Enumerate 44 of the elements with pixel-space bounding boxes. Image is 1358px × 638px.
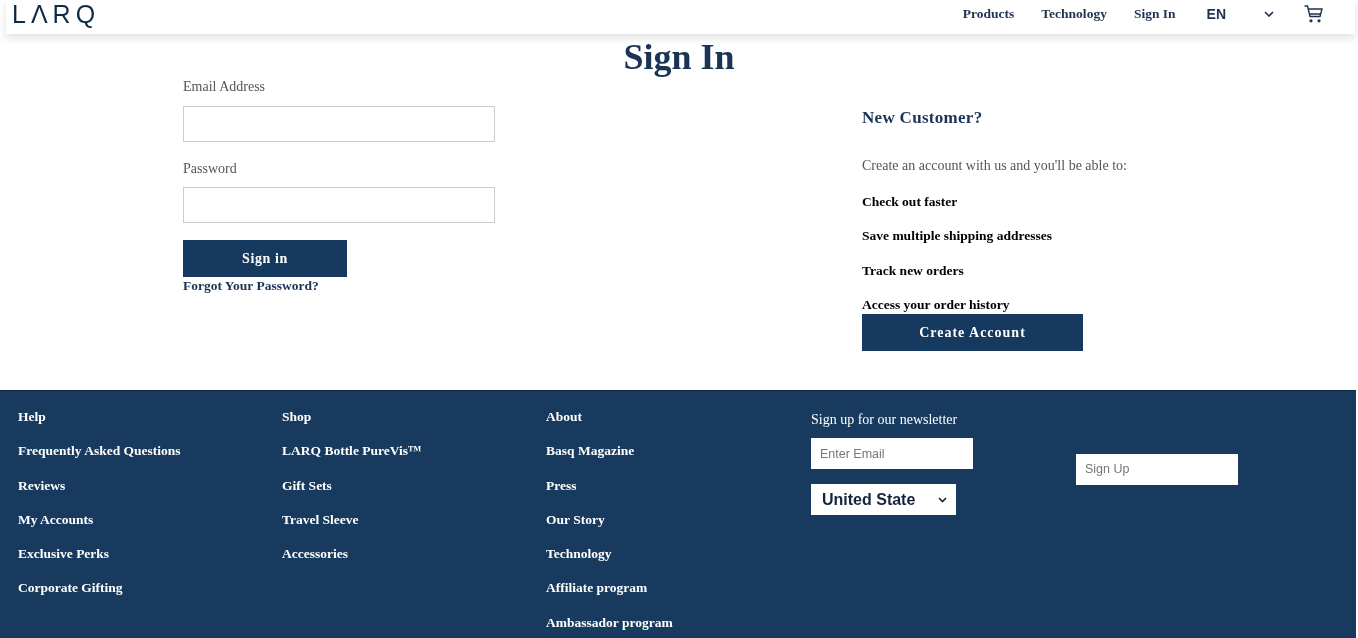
language-selector[interactable]: EN bbox=[1206, 5, 1274, 23]
footer-heading[interactable]: Shop bbox=[282, 407, 312, 427]
benefit-text: Check out faster bbox=[862, 193, 958, 211]
footer-link[interactable]: Reviews bbox=[18, 475, 66, 496]
field-label: Email Address bbox=[183, 78, 266, 96]
field-label: Password bbox=[183, 160, 237, 178]
footer-link[interactable]: Ambassador program bbox=[546, 612, 673, 633]
chevron-down-icon bbox=[1264, 11, 1274, 17]
sign-up-button[interactable]: Sign Up bbox=[1076, 454, 1238, 485]
input-field[interactable] bbox=[183, 106, 495, 142]
footer-link[interactable]: Travel Sleeve bbox=[282, 509, 359, 530]
nav-link[interactable]: Products bbox=[962, 5, 1015, 23]
newsletter-heading: Sign up for our newsletter bbox=[811, 411, 958, 429]
footer-link[interactable]: Accessories bbox=[282, 544, 348, 565]
intro-text: Create an account with us and you'll be able to: bbox=[862, 157, 1127, 175]
nav-link[interactable]: Technology bbox=[1041, 5, 1107, 23]
forgot-password-link[interactable]: Forgot Your Password? bbox=[183, 277, 319, 295]
footer-link[interactable]: Technology bbox=[546, 544, 612, 565]
sign-in-button[interactable]: Sign in bbox=[183, 240, 347, 277]
footer-link[interactable]: Basq Magazine bbox=[546, 441, 635, 462]
footer-link[interactable]: My Accounts bbox=[18, 509, 94, 530]
footer-heading[interactable]: Help bbox=[18, 407, 46, 427]
footer-link[interactable]: Press bbox=[546, 475, 577, 496]
chevron-down-icon bbox=[938, 496, 947, 503]
input-field[interactable] bbox=[183, 187, 495, 223]
footer-link[interactable]: Corporate Gifting bbox=[18, 578, 123, 599]
section-heading: New Customer? bbox=[862, 107, 983, 129]
footer-link[interactable]: LARQ Bottle PureVis™ bbox=[282, 441, 422, 462]
cart-icon[interactable] bbox=[1304, 5, 1323, 23]
nav-link[interactable]: Sign In bbox=[1133, 5, 1176, 23]
benefit-text: Access your order history bbox=[862, 295, 1010, 314]
footer-link[interactable]: Gift Sets bbox=[282, 475, 332, 496]
footer-link[interactable]: Affiliate program bbox=[546, 578, 648, 599]
email-field[interactable]: Enter Email bbox=[811, 438, 973, 469]
footer-heading[interactable]: About bbox=[546, 407, 582, 427]
page-title: Sign In bbox=[623, 37, 735, 77]
footer-link[interactable]: Our Story bbox=[546, 509, 605, 530]
logo[interactable]: LΛRQ bbox=[12, 1, 101, 27]
footer-link[interactable]: Exclusive Perks bbox=[18, 544, 110, 565]
benefit-text: Track new orders bbox=[862, 261, 964, 280]
footer-link[interactable]: Frequently Asked Questions bbox=[18, 441, 181, 462]
country-select[interactable]: United State bbox=[811, 484, 956, 515]
create-account-button[interactable]: Create Account bbox=[862, 313, 1083, 351]
benefit-text: Save multiple shipping addresses bbox=[862, 227, 1052, 246]
